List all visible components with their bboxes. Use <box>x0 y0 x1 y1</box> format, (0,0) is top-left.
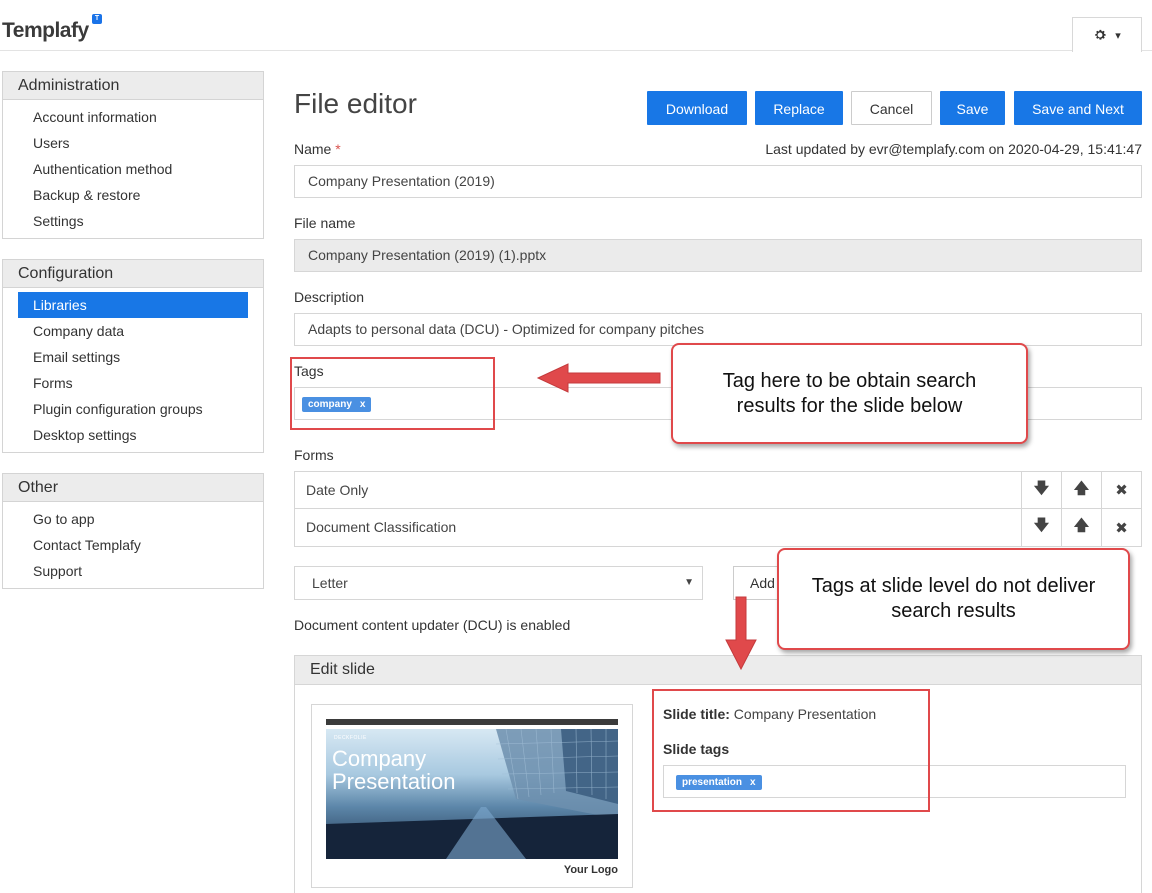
sidebar-administration: Administration Account information Users… <box>2 71 264 239</box>
replace-button[interactable]: Replace <box>755 91 843 125</box>
thumbnail-small-text: DECKFOLIE <box>334 735 367 741</box>
sidebar-item-users[interactable]: Users <box>18 130 248 156</box>
forms-label: Forms <box>294 447 334 463</box>
annotation-tags-box <box>290 357 495 430</box>
page-title: File editor <box>294 88 417 119</box>
table-row: Document Classification 🡇 🡅 ✖ <box>295 509 1141 546</box>
sidebar-item-contact-templafy[interactable]: Contact Templafy <box>18 532 248 558</box>
callout-tags: Tag here to be obtain search results for… <box>671 343 1028 444</box>
annotation-arrow-down-icon <box>725 596 757 671</box>
sidebar-item-go-to-app[interactable]: Go to app <box>18 506 248 532</box>
callout-slide-tags: Tags at slide level do not deliver searc… <box>777 548 1130 650</box>
move-down-icon[interactable]: 🡇 <box>1021 509 1061 546</box>
top-bar: Templafy T ▾ <box>0 0 1152 52</box>
last-updated-text: Last updated by evr@templafy.com on 2020… <box>765 141 1142 157</box>
sidebar-section-title: Configuration <box>3 260 263 288</box>
thumbnail-title-line: Company <box>332 746 427 771</box>
required-mark: * <box>335 141 341 157</box>
file-name-label: File name <box>294 215 356 231</box>
form-name: Document Classification <box>306 519 457 535</box>
settings-menu-button[interactable]: ▾ <box>1072 17 1142 52</box>
name-input[interactable]: Company Presentation (2019) <box>294 165 1142 198</box>
forms-table: Date Only 🡇 🡅 ✖ Document Classification … <box>294 471 1142 547</box>
sidebar-item-support[interactable]: Support <box>18 558 248 584</box>
download-button[interactable]: Download <box>647 91 747 125</box>
edit-slide-heading: Edit slide <box>295 656 1141 685</box>
sidebar-item-libraries[interactable]: Libraries <box>18 292 248 318</box>
remove-icon[interactable]: ✖ <box>1101 472 1141 508</box>
sidebar-item-desktop-settings[interactable]: Desktop settings <box>18 422 248 448</box>
thumbnail-title: Company Presentation <box>332 747 456 793</box>
sidebar-item-authentication-method[interactable]: Authentication method <box>18 156 248 182</box>
caret-down-icon: ▼ <box>684 577 694 588</box>
sidebar-item-plugin-configuration-groups[interactable]: Plugin configuration groups <box>18 396 248 422</box>
cancel-button[interactable]: Cancel <box>851 91 932 125</box>
chevron-down-icon: ▾ <box>1115 29 1121 42</box>
sidebar-item-company-data[interactable]: Company data <box>18 318 248 344</box>
sidebar-section-title: Administration <box>3 72 263 100</box>
form-name: Date Only <box>306 482 369 498</box>
templafy-logo[interactable]: Templafy <box>2 19 89 43</box>
description-label: Description <box>294 289 365 305</box>
form-select[interactable]: Letter ▼ <box>294 566 703 600</box>
move-up-icon[interactable]: 🡅 <box>1061 472 1101 508</box>
name-label: Name * <box>294 141 341 157</box>
thumbnail-image: DECKFOLIE Company Presentation <box>326 729 618 859</box>
save-button[interactable]: Save <box>940 91 1005 125</box>
name-label-text: Name <box>294 141 332 157</box>
sidebar-configuration: Configuration Libraries Company data Ema… <box>2 259 264 453</box>
move-down-icon[interactable]: 🡇 <box>1021 472 1061 508</box>
description-input[interactable]: Adapts to personal data (DCU) - Optimize… <box>294 313 1142 346</box>
sidebar-other: Other Go to app Contact Templafy Support <box>2 473 264 589</box>
thumbnail-top-bar <box>326 719 618 725</box>
slide-thumbnail[interactable]: DECKFOLIE Company Presentation Your Logo <box>311 704 633 888</box>
file-name-field: Company Presentation (2019) (1).pptx <box>294 239 1142 272</box>
logo-badge-icon: T <box>92 14 102 24</box>
sidebar-item-email-settings[interactable]: Email settings <box>18 344 248 370</box>
sidebar-item-settings[interactable]: Settings <box>18 208 248 234</box>
sidebar-item-backup-restore[interactable]: Backup & restore <box>18 182 248 208</box>
thumbnail-title-line: Presentation <box>332 769 456 794</box>
sidebar-section-title: Other <box>3 474 263 502</box>
save-and-next-button[interactable]: Save and Next <box>1014 91 1142 125</box>
dcu-status-text: Document content updater (DCU) is enable… <box>294 617 571 633</box>
gear-icon <box>1095 29 1106 40</box>
annotation-slide-box <box>652 689 930 812</box>
thumbnail-logo: Your Logo <box>563 864 618 876</box>
annotation-arrow-left-icon <box>536 363 661 393</box>
sidebar-item-account-information[interactable]: Account information <box>18 104 248 130</box>
table-row: Date Only 🡇 🡅 ✖ <box>295 472 1141 509</box>
form-select-value: Letter <box>312 575 348 591</box>
move-up-icon[interactable]: 🡅 <box>1061 509 1101 546</box>
remove-icon[interactable]: ✖ <box>1101 509 1141 546</box>
sidebar-item-forms[interactable]: Forms <box>18 370 248 396</box>
